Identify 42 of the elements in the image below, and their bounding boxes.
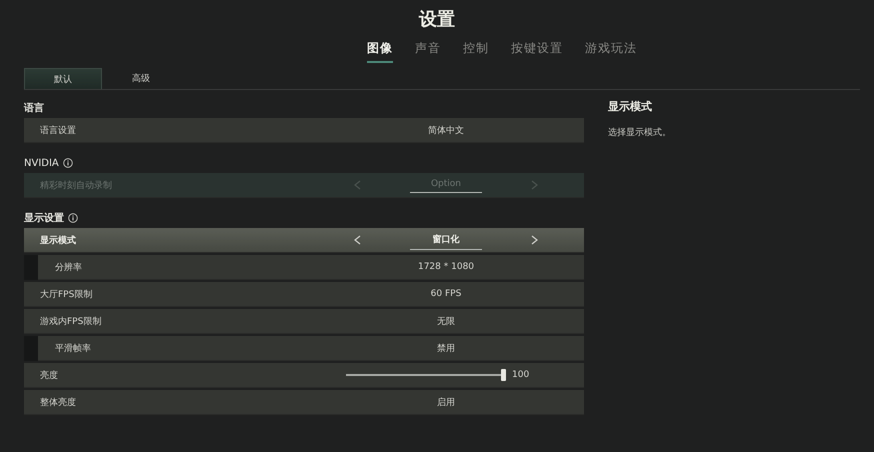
option-value: 窗口化 — [410, 230, 482, 250]
setting-row[interactable]: 游戏内FPS限制 无限 — [24, 309, 584, 334]
section-title: 语言 — [24, 101, 44, 115]
setting-row[interactable]: 分辨率 1728 * 1080 — [38, 255, 584, 280]
setting-value: 禁用 — [437, 342, 455, 354]
setting-value: 60 FPS — [430, 289, 462, 299]
setting-row[interactable]: 显示模式 窗口化 — [24, 228, 584, 253]
section-title: NVIDIA — [24, 158, 59, 168]
description-title: 显示模式 — [608, 99, 653, 114]
setting-label: 分辨率 — [54, 262, 83, 274]
slider-value: 100 — [512, 370, 530, 380]
description-text: 选择显示模式。 — [608, 126, 671, 139]
page-title: 设置 — [418, 8, 456, 32]
setting-label: 亮度 — [39, 370, 59, 382]
category-tab[interactable]: 游戏玩法 — [585, 40, 637, 63]
setting-value: 1728 * 1080 — [418, 262, 474, 272]
info-icon[interactable] — [62, 158, 73, 168]
setting-label: 精彩时刻自动录制 — [39, 180, 113, 192]
setting-label: 语言设置 — [39, 124, 77, 136]
category-tab[interactable]: 控制 — [463, 40, 489, 63]
info-icon[interactable] — [68, 213, 78, 223]
setting-label: 游戏内FPS限制 — [39, 316, 102, 328]
setting-row[interactable]: 亮度 100 — [24, 363, 584, 388]
sub-tab[interactable]: 高级 — [102, 68, 180, 89]
setting-value: 简体中文 — [428, 124, 464, 136]
category-tab[interactable]: 声音 — [415, 40, 441, 63]
setting-value: 启用 — [437, 396, 455, 408]
setting-value: 无限 — [437, 316, 455, 328]
setting-label: 平滑帧率 — [54, 342, 92, 354]
slider-thumb[interactable] — [501, 369, 506, 381]
category-tab[interactable]: 按键设置 — [511, 40, 563, 63]
option-value: Option — [410, 177, 482, 193]
category-tab[interactable]: 图像 — [367, 40, 393, 63]
setting-label: 显示模式 — [39, 234, 77, 246]
setting-label: 大厅FPS限制 — [39, 288, 94, 300]
setting-row[interactable]: 平滑帧率 禁用 — [38, 336, 584, 361]
section-title: 显示设置 — [24, 212, 64, 225]
setting-label: 整体亮度 — [39, 396, 77, 408]
setting-row[interactable]: 语言设置 简体中文 — [24, 118, 584, 143]
setting-row[interactable]: 大厅FPS限制 60 FPS — [24, 282, 584, 307]
setting-row[interactable]: 整体亮度 启用 — [24, 390, 584, 415]
sub-tab[interactable]: 默认 — [24, 68, 102, 89]
